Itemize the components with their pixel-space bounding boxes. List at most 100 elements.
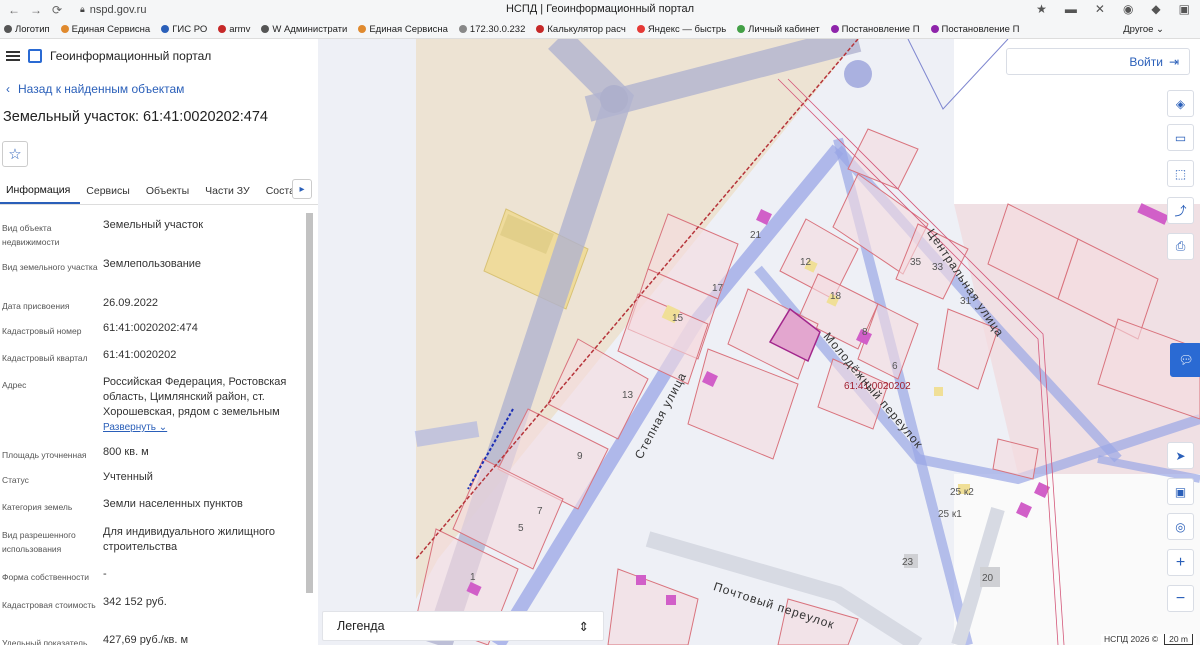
window-title: НСПД | Геоинформационный портал xyxy=(505,3,695,15)
bookmark-favicon-icon xyxy=(830,25,839,33)
location-arrow-icon: ➤ xyxy=(1175,448,1186,463)
bookmark-item[interactable]: armv xyxy=(214,24,257,35)
forward-icon[interactable]: → xyxy=(30,3,42,17)
bookmark-item[interactable]: Логотип xyxy=(0,24,57,35)
bookmark-item[interactable]: 172.30.0.232 xyxy=(455,24,532,35)
browser-nav: ← → ⟳ xyxy=(0,3,62,17)
house-number: 18 xyxy=(830,291,842,302)
property-label: Кадастровый квартал xyxy=(2,353,88,363)
bookmark-item[interactable]: Постановление П xyxy=(827,24,927,35)
bookmark-star-icon[interactable]: ★ xyxy=(1036,2,1047,16)
property-value-text: Землепользование xyxy=(103,258,202,270)
favorite-button[interactable]: ☆ xyxy=(2,141,28,167)
back-icon[interactable]: ← xyxy=(8,3,20,17)
property-label: Вид земельного участка xyxy=(2,262,98,272)
property-label: Кадастровый номер xyxy=(2,326,82,336)
road xyxy=(414,421,480,447)
bookmark-item[interactable]: Яндекс — быстрь xyxy=(633,24,733,35)
bookmark-label: Постановление П xyxy=(941,23,1020,35)
property-row: Кадастровый номер 61:41:0020202:474 xyxy=(0,321,318,348)
property-value-text: Российская Федерация, Ростовская область… xyxy=(103,376,287,418)
extension-icon[interactable]: ▣ xyxy=(1179,2,1190,16)
property-value: 26.09.2022 xyxy=(103,296,303,321)
assistant-button[interactable]: 💬︎ xyxy=(1170,343,1200,377)
bookmark-item[interactable]: Единая Сервисна xyxy=(57,24,158,35)
property-value-text: 26.09.2022 xyxy=(103,297,159,309)
blank-tile xyxy=(954,474,1200,645)
panel-scrollbar[interactable] xyxy=(306,213,313,593)
extension-icon[interactable]: ✕ xyxy=(1095,2,1105,16)
info-tabs: Информация Сервисы Объекты Части ЗУ Состав ▸ xyxy=(0,177,318,205)
bookmark-label: Логотип xyxy=(15,23,50,35)
expand-label: Развернуть xyxy=(103,422,157,433)
login-icon: ⇥ xyxy=(1168,54,1179,69)
house-number: 35 xyxy=(910,257,922,268)
house-number: 25 к1 xyxy=(938,509,962,520)
share-button[interactable]: ⤴ xyxy=(1167,197,1194,224)
property-value: 342 152 руб. xyxy=(103,595,303,633)
browser-actions: ★ ▬ ✕ ◉ ◆ ▣ xyxy=(1036,2,1190,16)
zoom-in-button[interactable]: + xyxy=(1167,549,1194,576)
property-value: - xyxy=(103,567,303,595)
tabs-scroll-right-button[interactable]: ▸ xyxy=(292,179,312,199)
property-value: 61:41:0020202:474 xyxy=(103,321,303,348)
extension-icon[interactable]: ◆ xyxy=(1151,2,1160,16)
back-to-results-link[interactable]: ‹ Назад к найденным объектам xyxy=(0,73,318,105)
minimap-button[interactable]: ▣ xyxy=(1167,478,1194,505)
bookmark-item[interactable]: W Администрати xyxy=(257,24,354,35)
extension-icon[interactable]: ▬ xyxy=(1065,2,1077,16)
bookmark-item[interactable]: Калькулятор расч xyxy=(532,24,632,35)
bookmark-favicon-icon xyxy=(218,25,227,33)
tab-item[interactable]: Сервисы xyxy=(80,177,140,204)
minimap-icon: ▣ xyxy=(1174,484,1187,499)
property-label: Удельный показатель xyxy=(2,638,88,645)
property-label: Статус xyxy=(2,475,29,485)
property-value: 427,69 руб./кв. м xyxy=(103,633,303,645)
property-value: 61:41:0020202 xyxy=(103,348,303,375)
layers-icon: ◈ xyxy=(1175,96,1186,111)
bookmark-item[interactable]: Постановление П xyxy=(927,24,1027,35)
menu-icon[interactable] xyxy=(6,51,20,61)
bookmark-favicon-icon xyxy=(261,25,270,33)
address-bar[interactable]: 🔒︎ nspd.gov.ru xyxy=(80,1,146,18)
house-number: 33 xyxy=(932,262,944,273)
tab-item[interactable]: Информация xyxy=(0,177,81,204)
tab-item[interactable]: Части ЗУ xyxy=(199,177,260,204)
bookmark-favicon-icon xyxy=(536,25,545,33)
property-value-text: Земли населенных пунктов xyxy=(103,498,243,510)
tab-item[interactable]: Объекты xyxy=(140,177,199,204)
select-area-button[interactable]: ⬚ xyxy=(1167,160,1194,187)
bookmark-item[interactable]: Единая Сервисна xyxy=(354,24,455,35)
measure-button[interactable]: ▭ xyxy=(1167,124,1194,151)
bookmark-label: Единая Сервисна xyxy=(71,23,151,35)
lock-icon: 🔒︎ xyxy=(80,4,85,14)
house-number: 8 xyxy=(862,327,868,338)
map-view[interactable]: 21 35 12 33 17 18 31 15 8 6 13 9 7 5 1 23 25 к2 25 к1 20 6… xyxy=(318,39,1200,645)
bookmark-item[interactable]: Личный кабинет xyxy=(733,24,826,35)
login-button[interactable]: Войти ⇥ xyxy=(1006,48,1190,75)
legend-dropdown[interactable]: Легенда ⇕ xyxy=(322,611,604,641)
properties-list: Вид объекта недвижимости Земельный участо… xyxy=(0,205,318,645)
chat-icon: 💬︎ xyxy=(1178,353,1194,367)
expand-address-link[interactable]: Развернуть ⌄ xyxy=(103,420,303,435)
star-icon: ☆ xyxy=(8,146,22,163)
chevron-left-icon: ‹ xyxy=(6,82,10,96)
object-info-panel: Геоинформационный портал ‹ Назад к найде… xyxy=(0,39,318,645)
extension-icon[interactable]: ◉ xyxy=(1123,2,1133,16)
bookmark-item[interactable]: ГИС РО xyxy=(157,24,214,35)
layers-button[interactable]: ◈ xyxy=(1167,90,1194,117)
scrollbar-thumb[interactable] xyxy=(306,213,313,593)
zoom-out-button[interactable]: − xyxy=(1167,585,1194,612)
house-number: 17 xyxy=(712,283,724,294)
property-value: Российская Федерация, Ростовская область… xyxy=(103,375,303,445)
print-button[interactable]: ⎙ xyxy=(1167,233,1194,260)
bookmark-favicon-icon xyxy=(636,25,645,33)
reload-icon[interactable]: ⟳ xyxy=(52,3,62,17)
other-bookmarks[interactable]: Другое ⌄ xyxy=(1123,24,1164,35)
property-label: Вид разрешенного использования xyxy=(2,530,76,554)
search-on-map-button[interactable]: ◎ xyxy=(1167,513,1194,540)
house-number: 23 xyxy=(902,557,914,568)
house-number: 21 xyxy=(750,230,762,241)
geolocation-button[interactable]: ➤ xyxy=(1167,442,1194,469)
portal-logo-icon xyxy=(28,49,42,63)
